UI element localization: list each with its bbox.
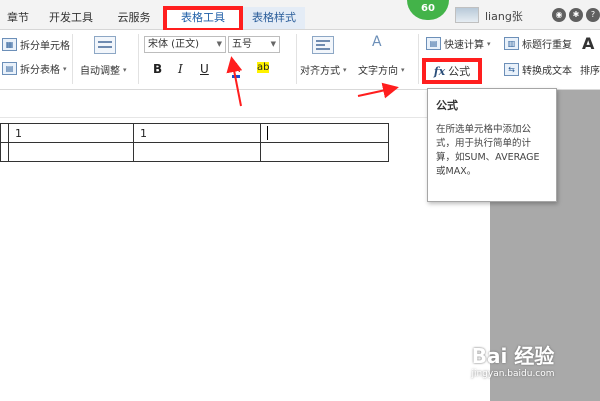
font-color-button[interactable]: A [232, 62, 241, 78]
calculator-icon: ▤ [426, 37, 441, 50]
tab-developer[interactable]: 开发工具 [40, 7, 102, 29]
document-table[interactable]: 1 1 [0, 123, 389, 162]
tab-chapter[interactable]: 章节 [0, 7, 36, 29]
chevron-down-icon: ▼ [216, 40, 222, 48]
split-table-label: 拆分表格 [20, 65, 60, 76]
formula-tooltip: 公式 在所选单元格中添加公式，用于执行简单的计算，如SUM、AVERAGE或MA… [427, 88, 557, 202]
auto-fit-icon [94, 36, 116, 54]
repeat-header-label: 标题行重复 [522, 40, 572, 51]
split-cell-label: 拆分单元格 [20, 41, 70, 52]
align-icon [312, 36, 334, 54]
font-name-select[interactable]: 宋体 (正文) ▼ [144, 36, 226, 53]
status-badge: 60 [407, 0, 449, 20]
italic-button[interactable]: I [178, 62, 183, 76]
table-cell[interactable] [260, 123, 389, 143]
repeat-header-button[interactable]: ▥ 标题行重复 [504, 36, 572, 51]
ribbon-tab-bar: 章节 开发工具 云服务 表格工具 表格样式 60 liang张 ◉ ✱ ? [0, 0, 600, 30]
align-label: 对齐方式 [300, 66, 340, 77]
table-cell[interactable] [0, 142, 9, 162]
watermark-url: jingyan.baidu.com [471, 369, 555, 379]
bold-button[interactable]: B [153, 62, 162, 76]
text-direction-dropdown-icon: ▾ [401, 65, 405, 74]
sort-icon: A [582, 34, 595, 53]
font-size-value: 五号 [232, 39, 252, 50]
align-button[interactable]: 对齐方式 ▾ [300, 62, 347, 78]
formula-label: 公式 [448, 65, 471, 78]
table-tools-highlight [163, 6, 243, 32]
auto-fit-dropdown-icon: ▾ [123, 65, 127, 74]
table-row [0, 142, 389, 162]
split-cell-button[interactable]: ▦ 拆分单元格 [2, 37, 70, 52]
skin-icon[interactable]: ◉ [552, 8, 566, 22]
user-name[interactable]: liang张 [485, 8, 523, 24]
auto-fit-button[interactable]: 自动调整 ▾ [80, 62, 127, 78]
convert-text-icon: ⇆ [504, 63, 519, 76]
separator [72, 34, 73, 84]
tab-cloud[interactable]: 云服务 [108, 7, 160, 29]
watermark: Bai 经验 jingyan.baidu.com [448, 340, 578, 379]
table-cell[interactable] [133, 142, 261, 162]
text-direction-button[interactable]: 文字方向 ▾ [358, 62, 405, 78]
split-table-button[interactable]: ▤ 拆分表格 ▾ [2, 61, 67, 76]
quick-calc-label: 快速计算 [444, 40, 484, 51]
separator [418, 34, 419, 84]
avatar[interactable] [455, 7, 479, 23]
convert-text-button[interactable]: ⇆ 转换成文本 [504, 62, 572, 77]
align-dropdown-icon: ▾ [343, 65, 347, 74]
separator [296, 34, 297, 84]
quick-calc-dropdown-icon: ▾ [487, 39, 491, 48]
text-direction-label: 文字方向 [358, 66, 398, 77]
text-direction-icon: A [372, 34, 382, 50]
quick-calc-button[interactable]: ▤ 快速计算 ▾ [426, 36, 491, 51]
formula-button[interactable]: fx 公式 [422, 58, 482, 84]
tab-table-style[interactable]: 表格样式 [243, 7, 305, 29]
split-cell-icon: ▦ [2, 38, 17, 51]
table-cell[interactable] [0, 123, 9, 143]
font-size-select[interactable]: 五号 ▼ [228, 36, 280, 53]
chevron-down-icon: ▼ [270, 40, 276, 48]
help-icon[interactable]: ? [586, 8, 600, 22]
font-name-value: 宋体 (正文) [148, 39, 199, 50]
table-cell[interactable] [260, 142, 389, 162]
ribbon: ▦ 拆分单元格 ▤ 拆分表格 ▾ 自动调整 ▾ 宋体 (正文) ▼ 五号 ▼ B… [0, 30, 600, 90]
tooltip-description: 在所选单元格中添加公式，用于执行简单的计算，如SUM、AVERAGE或MAX。 [436, 124, 540, 177]
highlight-button[interactable]: ab [257, 62, 270, 73]
sort-button[interactable]: 排序 [580, 62, 600, 77]
auto-fit-label: 自动调整 [80, 66, 120, 77]
table-cell[interactable]: 1 [133, 123, 261, 143]
text-cursor [267, 126, 268, 140]
table-cell[interactable]: 1 [8, 123, 134, 143]
split-table-icon: ▤ [2, 62, 17, 75]
repeat-header-icon: ▥ [504, 37, 519, 50]
convert-text-label: 转换成文本 [522, 66, 572, 77]
settings-icon[interactable]: ✱ [569, 8, 583, 22]
split-table-dropdown-icon: ▾ [63, 64, 67, 73]
table-cell[interactable] [8, 142, 134, 162]
watermark-logo: Bai 经验 [471, 344, 555, 368]
fx-icon: fx [433, 64, 446, 78]
ruler-line [0, 117, 490, 118]
sort-label: 排序 [580, 66, 600, 77]
table-row: 1 1 [0, 123, 389, 143]
tooltip-title: 公式 [436, 99, 458, 112]
underline-button[interactable]: U [200, 62, 209, 76]
separator [138, 34, 139, 84]
